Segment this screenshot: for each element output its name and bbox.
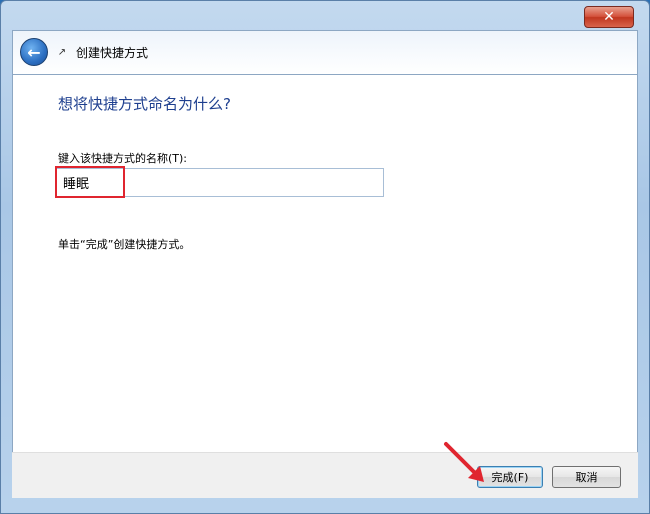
name-field-label: 键入该快捷方式的名称(T):: [58, 152, 188, 165]
instruction-text: 单击“完成”创建快捷方式。: [58, 238, 191, 251]
back-button[interactable]: ←: [20, 38, 48, 66]
shortcut-icon: ↗: [57, 46, 67, 58]
close-icon: ✕: [603, 9, 615, 25]
finish-button[interactable]: 完成(F): [477, 466, 543, 488]
cancel-button[interactable]: 取消: [552, 466, 621, 488]
close-button[interactable]: ✕: [584, 6, 634, 28]
button-footer: [12, 452, 638, 498]
content-panel: [12, 74, 638, 498]
shortcut-name-input[interactable]: [56, 168, 384, 197]
page-heading: 想将快捷方式命名为什么?: [58, 95, 231, 113]
window-title: 创建快捷方式: [76, 46, 149, 60]
back-arrow-icon: ←: [27, 42, 41, 62]
